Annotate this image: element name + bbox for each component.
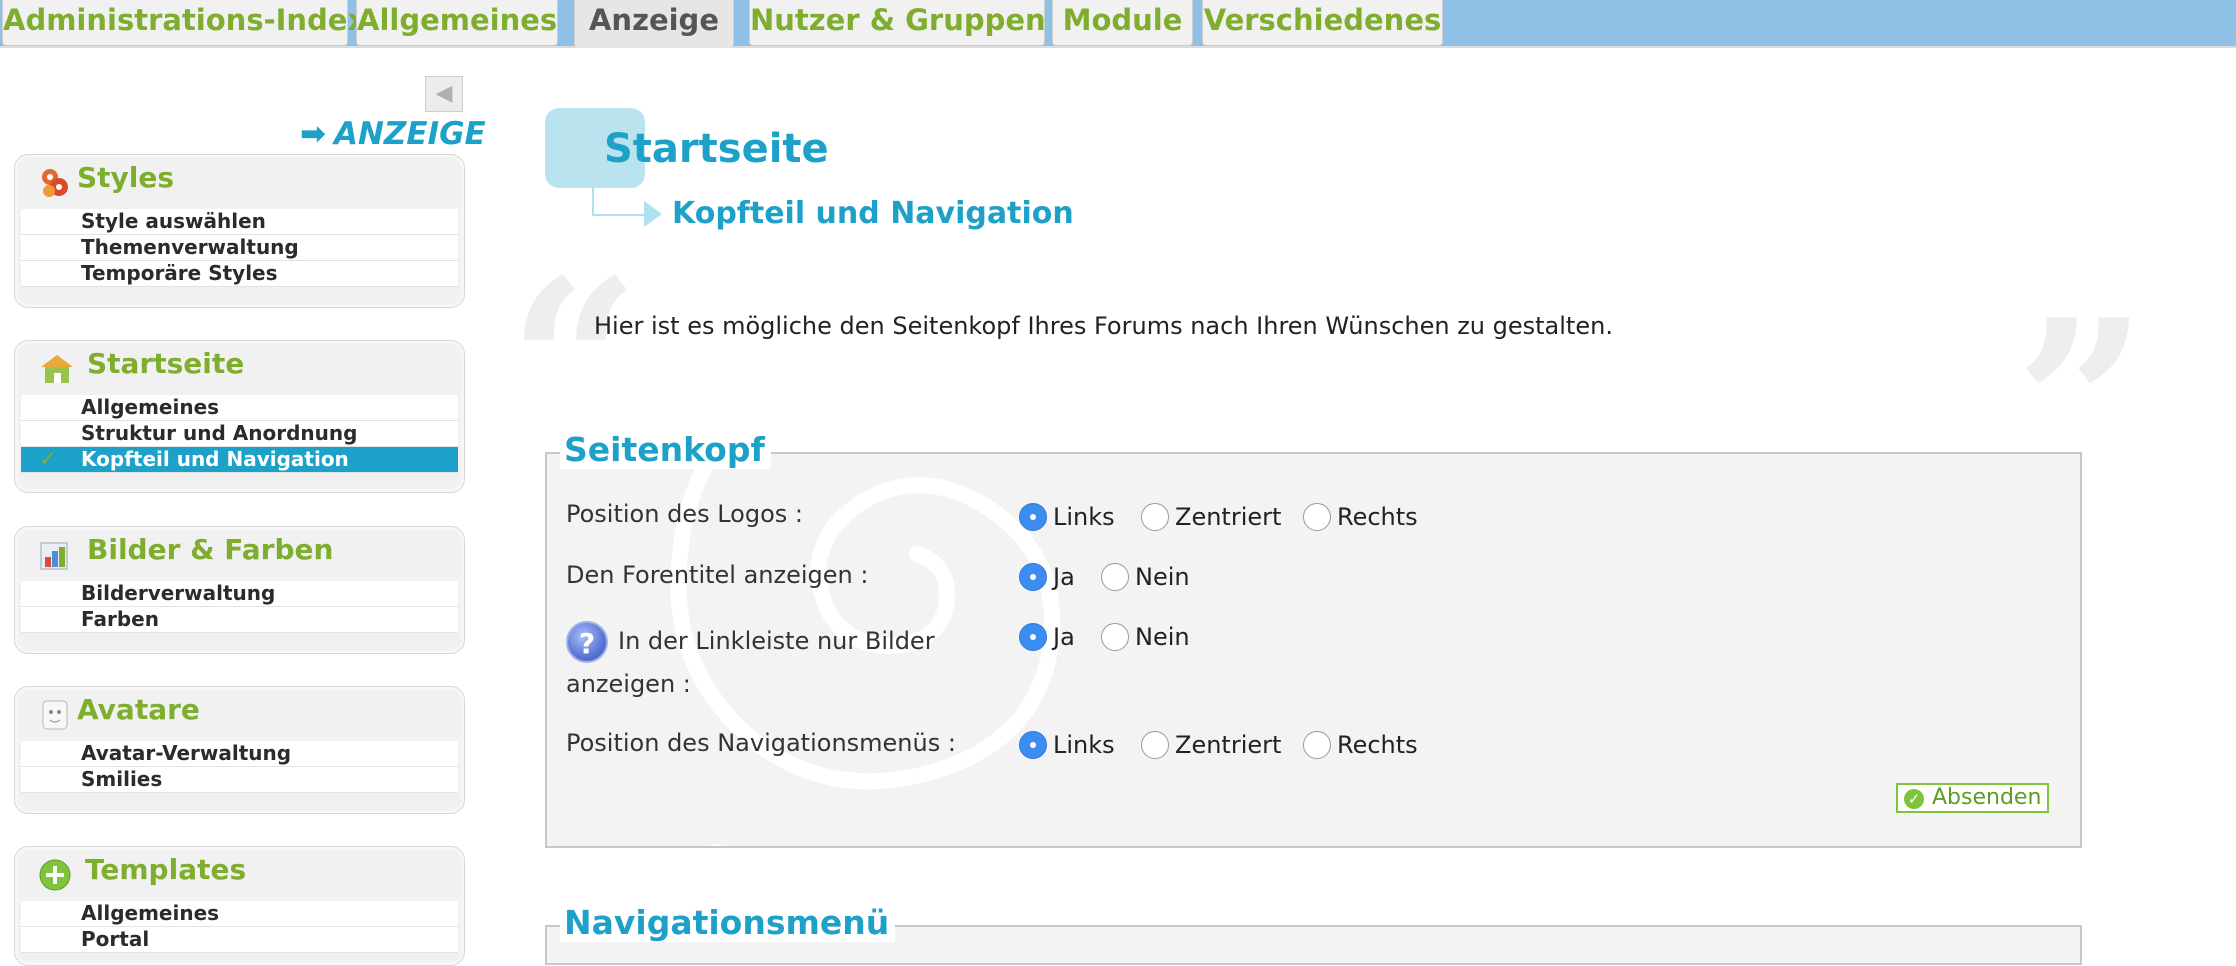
section-items: Style auswählen Themenverwaltung Temporä… (21, 209, 458, 287)
help-icon[interactable]: ? (566, 621, 608, 663)
sidebar-item-temporaere-styles[interactable]: Temporäre Styles (21, 261, 458, 287)
page-subtitle: Kopfteil und Navigation (672, 196, 1074, 231)
radio-forentitel-ja[interactable]: Ja (1019, 563, 1075, 591)
absenden-button[interactable]: ✓ Absenden (1896, 783, 2049, 813)
section-title: Bilder & Farben (87, 533, 334, 566)
sidebar-item-avatar-verwaltung[interactable]: Avatar-Verwaltung (21, 741, 458, 767)
tab-nutzer-gruppen[interactable]: Nutzer & Gruppen (749, 0, 1046, 46)
home-icon (37, 351, 73, 387)
tab-administrations-index[interactable]: Administrations-Index (2, 0, 366, 46)
triangle-left-icon: ◀ (435, 81, 453, 106)
tab-anzeige[interactable]: Anzeige (574, 0, 734, 48)
section-title: Styles (77, 161, 175, 194)
radio-logo-links[interactable]: Links (1019, 503, 1115, 531)
fieldset-legend: Seitenkopf (560, 430, 771, 469)
radio-nav-zentriert[interactable]: Zentriert (1141, 731, 1281, 759)
sidebar-section-bilder-farben: Bilder & Farben Bilderverwaltung Farben (14, 526, 465, 654)
field-label-linkleiste-line2: anzeigen : (566, 670, 691, 698)
section-title: Avatare (77, 693, 200, 726)
field-label-linkleiste: ? In der Linkleiste nur Bilder (566, 620, 935, 663)
tab-module[interactable]: Module (1052, 0, 1193, 46)
section-title: Templates (85, 853, 247, 886)
radio-logo-zentriert[interactable]: Zentriert (1141, 503, 1281, 531)
sidebar-item-allgemeines[interactable]: Allgemeines (21, 395, 458, 421)
sidebar-item-struktur-und-anordnung[interactable]: Struktur und Anordnung (21, 421, 458, 447)
section-items: Allgemeines Struktur und Anordnung ✓ Kopf… (21, 395, 458, 473)
tab-allgemeines[interactable]: Allgemeines (356, 0, 558, 46)
tab-verschiedenes[interactable]: Verschiedenes (1202, 0, 1443, 46)
sidebar-item-farben[interactable]: Farben (21, 607, 458, 633)
sidebar-section-startseite: Startseite Allgemeines Struktur und Anor… (14, 340, 465, 493)
radio-dot (1019, 623, 1047, 651)
section-header: Templates (15, 847, 464, 901)
section-header: Styles (15, 155, 464, 209)
radio-nav-links[interactable]: Links (1019, 731, 1115, 759)
section-items: Allgemeines Portal (21, 901, 458, 953)
avatar-icon (37, 697, 73, 733)
radio-dot (1101, 623, 1129, 651)
section-header: Bilder & Farben (15, 527, 464, 581)
radio-linkleiste-nein[interactable]: Nein (1101, 623, 1190, 651)
subtitle-connector (592, 186, 650, 216)
section-header: Startseite (15, 341, 464, 395)
radio-dot (1141, 731, 1169, 759)
field-label-forentitel: Den Forentitel anzeigen : (566, 561, 869, 589)
radio-dot (1141, 503, 1169, 531)
styles-icon (37, 165, 73, 201)
arrow-head-icon (644, 201, 662, 227)
radio-dot (1101, 563, 1129, 591)
sidebar-section-templates: Templates Allgemeines Portal (14, 846, 465, 966)
sidebar-item-kopfteil-und-navigation[interactable]: ✓ Kopfteil und Navigation (21, 447, 458, 473)
sidebar-collapse-button[interactable]: ◀ (425, 76, 463, 112)
sidebar-item-smilies[interactable]: Smilies (21, 767, 458, 793)
tab-bar-baseline (0, 46, 2236, 48)
fieldset-legend-navigationsmenu: Navigationsmenü (560, 903, 896, 942)
section-header: Avatare (15, 687, 464, 741)
sidebar-section-avatare: Avatare Avatar-Verwaltung Smilies (14, 686, 465, 814)
plus-circle-icon (37, 857, 73, 893)
radio-dot (1019, 563, 1047, 591)
section-items: Bilderverwaltung Farben (21, 581, 458, 633)
palette-icon (37, 537, 73, 573)
sidebar-title: ➡ ANZEIGE (300, 116, 486, 152)
field-label-navigationsmenu: Position des Navigationsmenüs : (566, 729, 956, 757)
radio-forentitel-nein[interactable]: Nein (1101, 563, 1190, 591)
sidebar-item-templates-allgemeines[interactable]: Allgemeines (21, 901, 458, 927)
radio-dot (1303, 731, 1331, 759)
checkmark-icon: ✓ (39, 447, 58, 472)
section-items: Avatar-Verwaltung Smilies (21, 741, 458, 793)
sidebar-section-styles: Styles Style auswählen Themenverwaltung … (14, 154, 465, 308)
radio-logo-rechts[interactable]: Rechts (1303, 503, 1418, 531)
section-title: Startseite (87, 347, 245, 380)
checkmark-circle-icon: ✓ (1904, 789, 1924, 809)
radio-nav-rechts[interactable]: Rechts (1303, 731, 1418, 759)
radio-dot (1303, 503, 1331, 531)
radio-dot (1019, 503, 1047, 531)
sidebar-item-portal[interactable]: Portal (21, 927, 458, 953)
field-label-logo-position: Position des Logos : (566, 500, 803, 528)
page-title: Startseite (604, 126, 829, 172)
sidebar-item-style-auswaehlen[interactable]: Style auswählen (21, 209, 458, 235)
top-tab-bar: Administrations-Index Allgemeines Anzeig… (0, 0, 2236, 48)
arrow-right-icon: ➡ (300, 116, 326, 152)
sidebar-item-themenverwaltung[interactable]: Themenverwaltung (21, 235, 458, 261)
radio-linkleiste-ja[interactable]: Ja (1019, 623, 1075, 651)
intro-text: Hier ist es mögliche den Seitenkopf Ihre… (594, 312, 1613, 340)
radio-dot (1019, 731, 1047, 759)
sidebar-item-bilderverwaltung[interactable]: Bilderverwaltung (21, 581, 458, 607)
